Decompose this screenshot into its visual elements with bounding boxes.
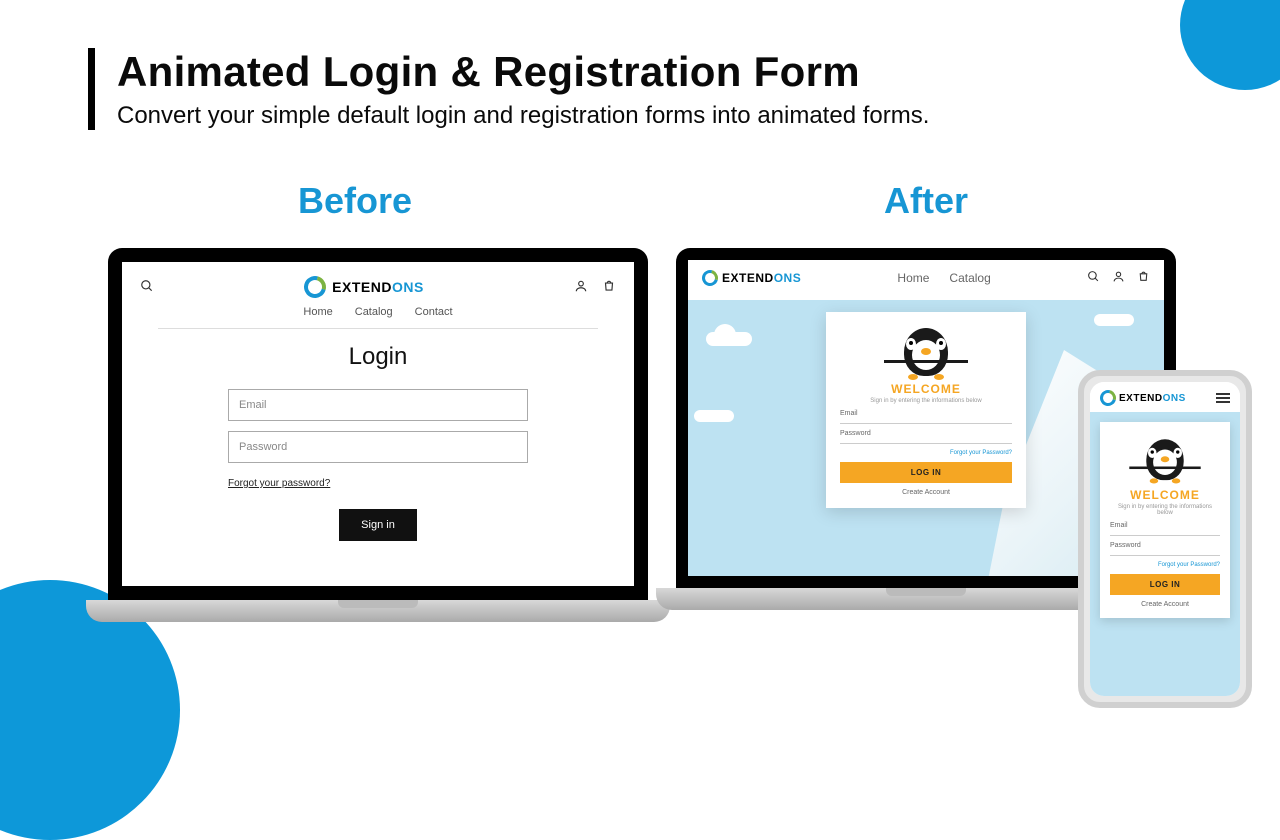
before-form: Email Password Forgot your password? Sig…	[228, 389, 528, 541]
search-icon[interactable]	[1087, 270, 1100, 286]
page-subtitle: Convert your simple default login and re…	[117, 102, 929, 130]
divider	[158, 328, 598, 329]
password-label: Password	[1110, 542, 1220, 549]
logo-icon	[304, 276, 326, 298]
signin-button[interactable]: Sign in	[339, 509, 417, 541]
search-icon[interactable]	[140, 279, 154, 296]
login-title: Login	[140, 343, 616, 371]
menu-contact[interactable]: Contact	[415, 306, 453, 318]
logo-icon	[1100, 390, 1116, 406]
brand-logo[interactable]: EXTENDONS	[702, 270, 801, 286]
welcome-title: WELCOME	[1110, 488, 1220, 502]
email-label: Email	[1110, 522, 1220, 529]
account-icon[interactable]	[1112, 270, 1125, 286]
phone-screen: EXTENDONS WELCOME Sign in by entering th…	[1090, 382, 1240, 696]
brand-logo[interactable]: EXTENDONS	[304, 276, 424, 298]
penguin-icon	[1138, 434, 1192, 482]
password-field[interactable]	[840, 443, 1012, 444]
welcome-subtitle: Sign in by entering the informations bel…	[840, 398, 1012, 404]
menu-home[interactable]: Home	[897, 271, 929, 285]
create-account-link[interactable]: Create Account	[1110, 601, 1220, 608]
laptop-screen-before: EXTENDONS Home Catalog Contact Login Ema…	[122, 262, 634, 586]
logo-icon	[702, 270, 718, 286]
cloud-icon	[706, 332, 752, 346]
laptop-frame: EXTENDONS Home Catalog Contact Login Ema…	[108, 248, 648, 600]
login-button[interactable]: LOG IN	[1110, 574, 1220, 595]
forgot-password-link[interactable]: Forgot your Password?	[1110, 562, 1220, 568]
password-field[interactable]: Password	[228, 431, 528, 463]
login-card: WELCOME Sign in by entering the informat…	[1100, 422, 1230, 618]
brand-text: EXTENDONS	[332, 279, 424, 295]
welcome-title: WELCOME	[840, 382, 1012, 396]
login-card: WELCOME Sign in by entering the informat…	[826, 312, 1026, 508]
page-title: Animated Login & Registration Form	[117, 48, 929, 96]
account-icon[interactable]	[574, 279, 588, 296]
forgot-password-link[interactable]: Forgot your Password?	[840, 450, 1012, 456]
laptop-base	[86, 600, 669, 622]
label-before: Before	[298, 180, 412, 222]
email-field[interactable]: Email	[228, 389, 528, 421]
cloud-icon	[694, 410, 734, 422]
before-menu: Home Catalog Contact	[140, 306, 616, 318]
cart-icon[interactable]	[602, 279, 616, 296]
before-navbar: EXTENDONS	[140, 276, 616, 298]
after-menu: Home Catalog	[897, 271, 990, 285]
password-field[interactable]	[1110, 555, 1220, 556]
decorative-circle-top	[1180, 0, 1280, 90]
brand-text: EXTENDONS	[722, 271, 801, 285]
cart-icon[interactable]	[1137, 270, 1150, 286]
login-button[interactable]: LOG IN	[840, 462, 1012, 483]
email-label: Email	[840, 410, 1012, 417]
welcome-subtitle: Sign in by entering the informations bel…	[1110, 504, 1220, 516]
sky-background: WELCOME Sign in by entering the informat…	[1090, 412, 1240, 696]
menu-home[interactable]: Home	[303, 306, 332, 318]
after-navbar: EXTENDONS Home Catalog	[688, 260, 1164, 296]
brand-logo[interactable]: EXTENDONS	[1100, 390, 1186, 406]
email-field[interactable]	[1110, 535, 1220, 536]
penguin-icon	[894, 322, 958, 378]
email-field[interactable]	[840, 423, 1012, 424]
menu-catalog[interactable]: Catalog	[355, 306, 393, 318]
phone-navbar: EXTENDONS	[1090, 382, 1240, 414]
create-account-link[interactable]: Create Account	[840, 489, 1012, 496]
header-block: Animated Login & Registration Form Conve…	[88, 48, 929, 130]
phone-mockup: EXTENDONS WELCOME Sign in by entering th…	[1078, 370, 1252, 708]
brand-text: EXTENDONS	[1119, 393, 1186, 404]
laptop-before: EXTENDONS Home Catalog Contact Login Ema…	[108, 248, 648, 622]
forgot-password-link[interactable]: Forgot your password?	[228, 478, 330, 489]
cloud-icon	[1094, 314, 1134, 326]
nav-icons	[574, 279, 616, 296]
password-label: Password	[840, 430, 1012, 437]
menu-catalog[interactable]: Catalog	[949, 271, 990, 285]
nav-icons	[1087, 270, 1150, 286]
hamburger-icon[interactable]	[1216, 393, 1230, 403]
label-after: After	[884, 180, 968, 222]
